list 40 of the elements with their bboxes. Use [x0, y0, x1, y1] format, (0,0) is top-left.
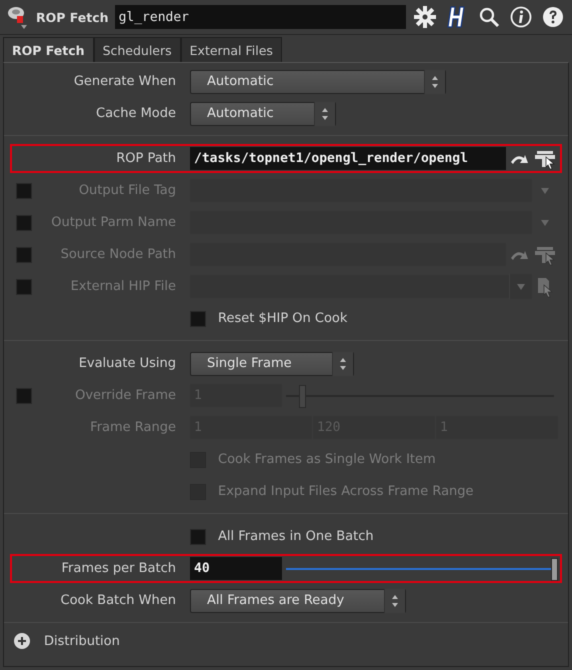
menu-arrows-icon	[430, 74, 439, 88]
parameter-label: Output Parm Name	[50, 215, 177, 230]
dropdown-menu[interactable]: Automatic	[190, 70, 446, 94]
checkbox[interactable]	[190, 310, 206, 326]
parameter-label: External HIP File	[70, 279, 177, 294]
menu-arrows-icon	[391, 594, 400, 608]
tab[interactable]: ROP Fetch	[3, 37, 94, 62]
settings-icon[interactable]	[412, 4, 438, 30]
parameter-label: Generate When	[72, 74, 177, 89]
slider-handle[interactable]	[551, 558, 558, 581]
parameter-label: Frames per Batch	[60, 561, 177, 576]
tab[interactable]: Schedulers	[94, 37, 181, 62]
number-field[interactable]: 40	[190, 557, 282, 580]
menu-arrows-icon	[338, 356, 347, 370]
node-type-label: ROP Fetch	[36, 10, 109, 24]
checkbox[interactable]	[190, 528, 206, 544]
parameter-label: Cache Mode	[95, 106, 177, 121]
tab[interactable]: External Files	[180, 37, 282, 62]
checkbox-label: Expand Input Files Across Frame Range	[218, 484, 474, 499]
parameter-label: Evaluate Using	[78, 356, 177, 371]
checkbox-label: Cook Frames as Single Work Item	[218, 452, 436, 467]
info-icon[interactable]	[508, 4, 534, 30]
node-name-field[interactable]: gl_render	[114, 5, 406, 29]
path-field[interactable]: /tasks/topnet1/opengl_render/opengl	[190, 147, 506, 170]
dropdown-menu[interactable]: All Frames are Ready	[190, 588, 406, 612]
menu-arrows-icon	[320, 106, 329, 120]
parameter-label: ROP Path	[115, 151, 177, 166]
parameter-label: Override Frame	[74, 388, 177, 403]
folder-label[interactable]: Distribution	[44, 634, 120, 648]
parameter-label: Source Node Path	[60, 247, 177, 262]
checkbox-label: All Frames in One Batch	[218, 529, 374, 544]
parameter-label: Frame Range	[89, 420, 177, 435]
dropdown-menu[interactable]: Automatic	[190, 102, 336, 126]
parameter-label: Cook Batch When	[60, 593, 177, 608]
checkbox-label: Reset $HIP On Cook	[218, 311, 348, 326]
dropdown-menu[interactable]: Single Frame	[190, 352, 354, 376]
node-icon[interactable]	[6, 4, 30, 30]
help-icon[interactable]	[540, 4, 566, 30]
expand-icon[interactable]	[14, 633, 30, 649]
parameter-label: Output File Tag	[78, 183, 177, 198]
